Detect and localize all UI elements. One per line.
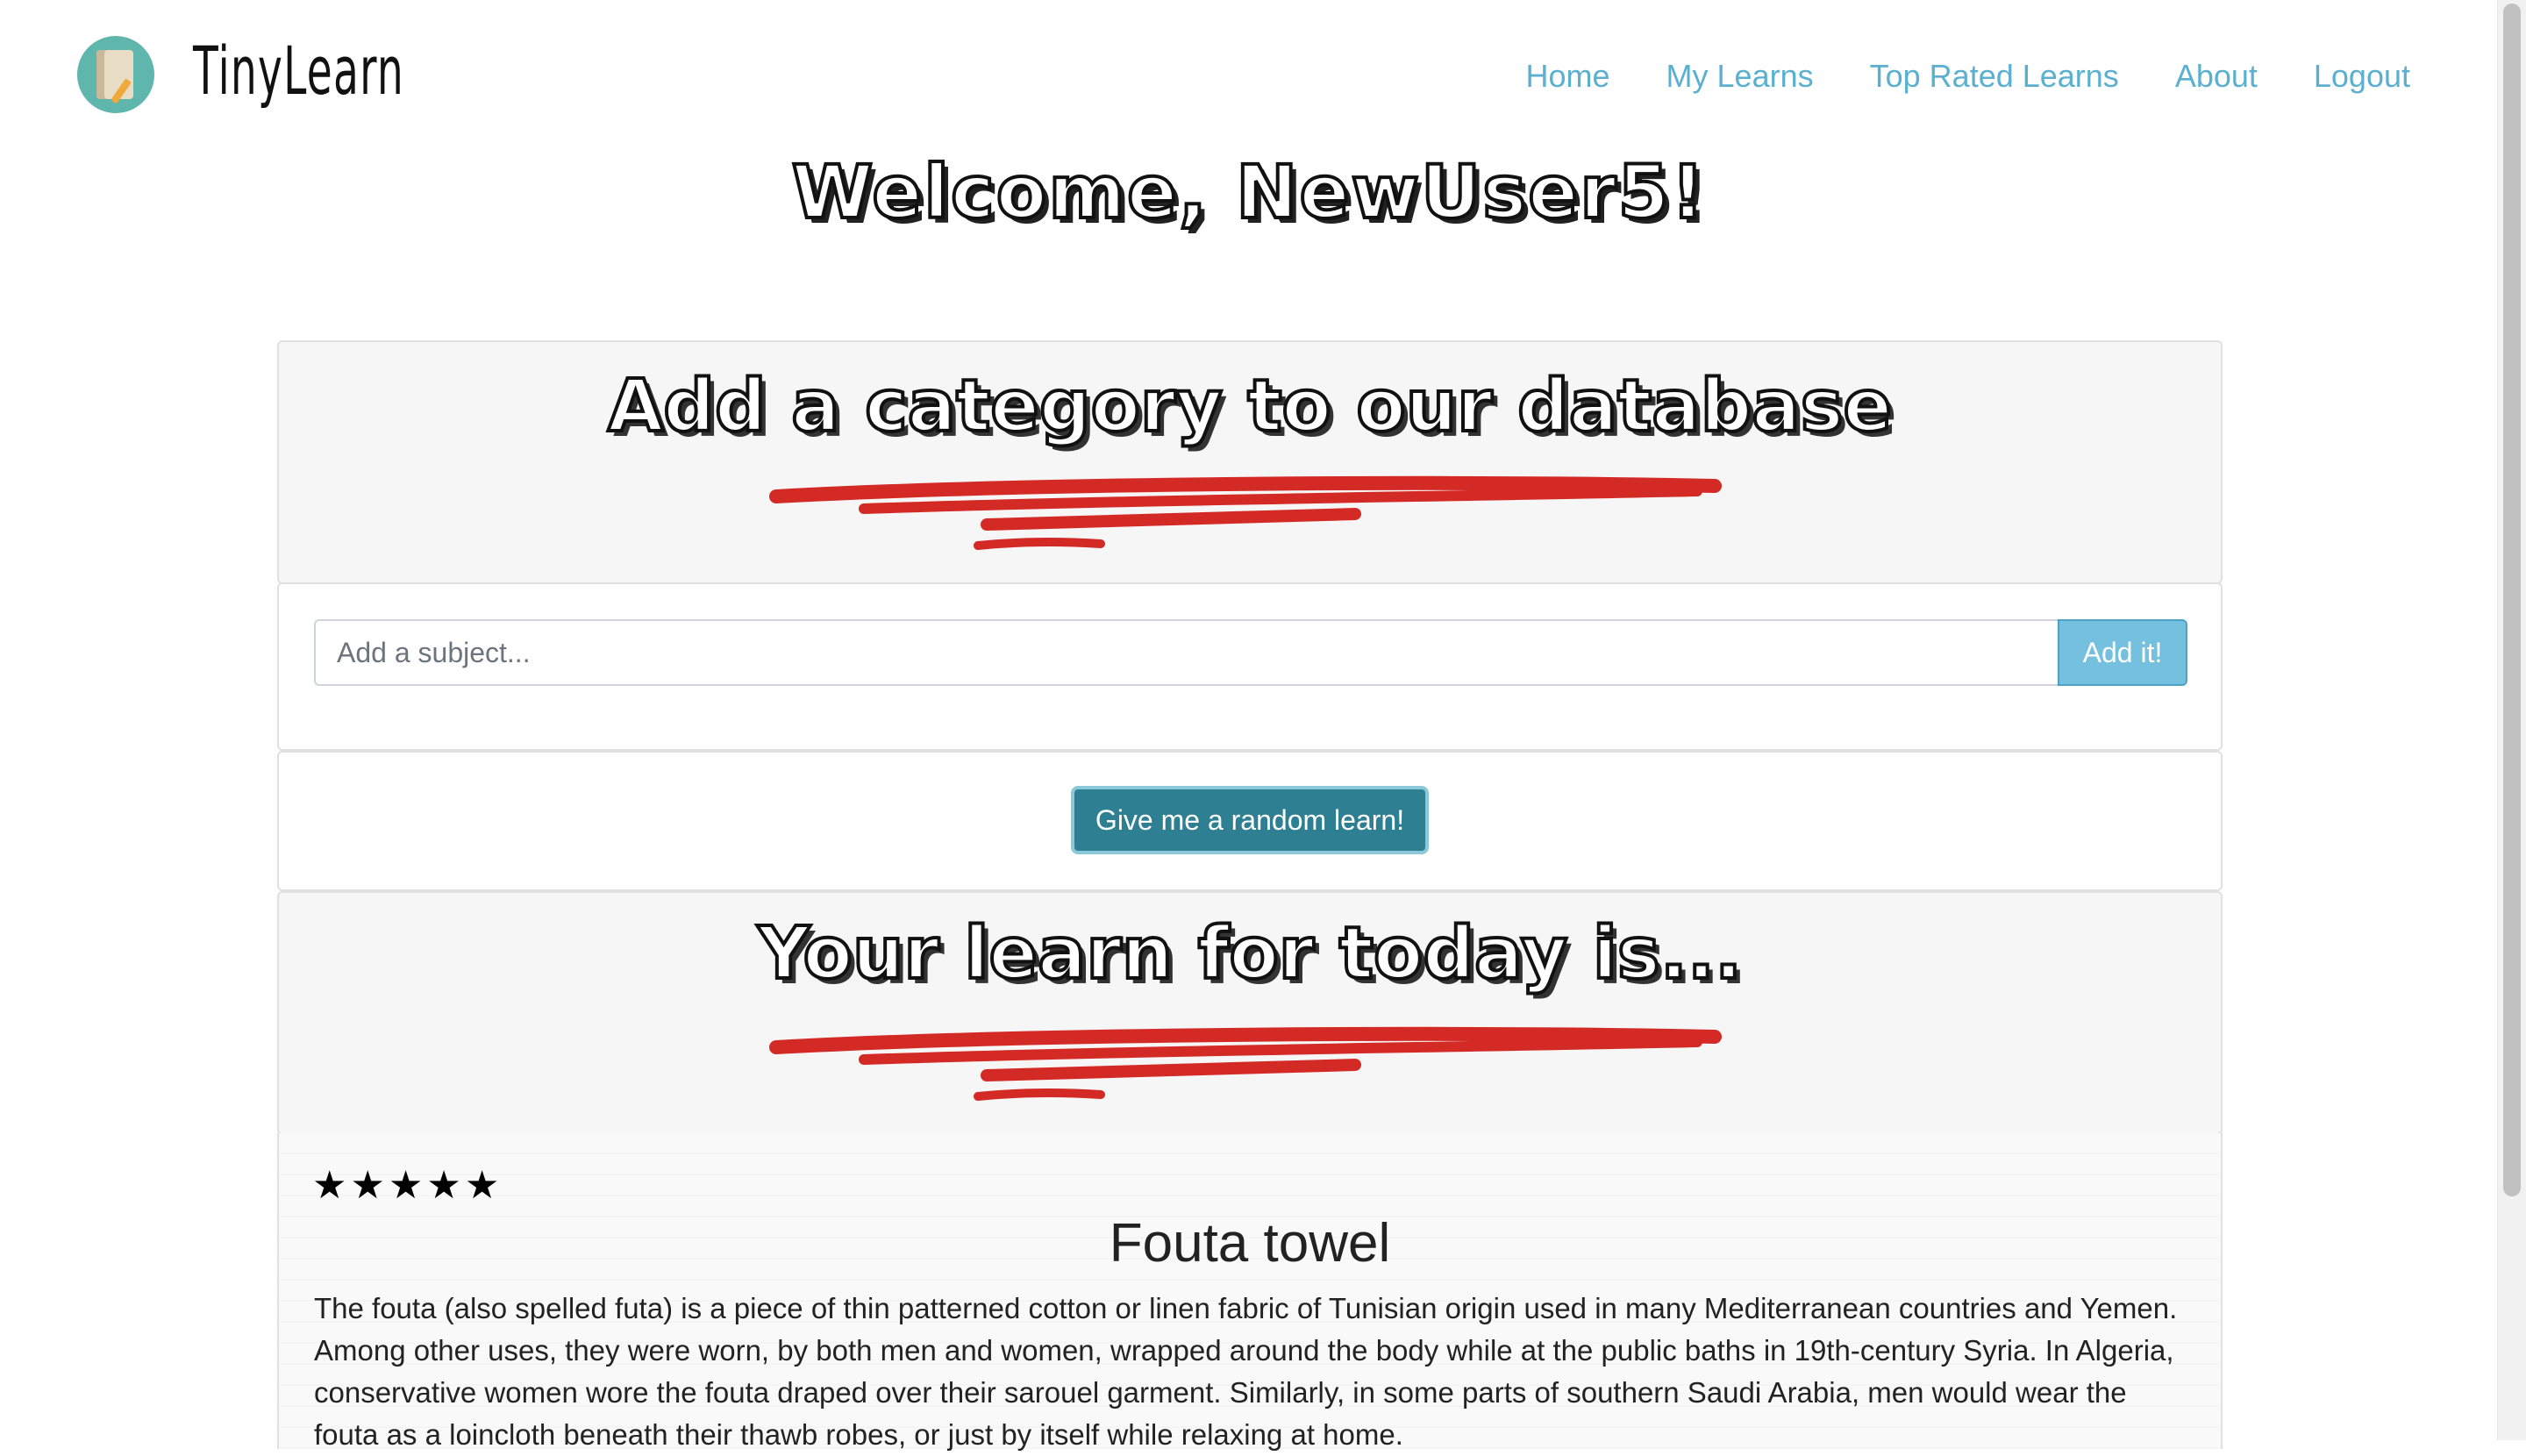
add-it-button[interactable]: Add it! <box>2058 619 2187 686</box>
nav-home[interactable]: Home <box>1526 58 1610 95</box>
star-icon[interactable]: ★ <box>389 1167 423 1205</box>
logo-icon[interactable] <box>77 36 154 113</box>
learn-card: ★ ★ ★ ★ ★ Fouta towel The fouta (also sp… <box>277 1133 2223 1451</box>
page-scrollbar[interactable] <box>2497 0 2526 1440</box>
today-header: Your learn for today is... <box>277 891 2223 1135</box>
random-learn-card: Give me a random learn! <box>277 751 2223 891</box>
scrollbar-thumb[interactable] <box>2503 4 2521 1196</box>
star-icon[interactable]: ★ <box>465 1167 499 1205</box>
star-rating[interactable]: ★ ★ ★ ★ ★ <box>312 1167 499 1205</box>
add-category-header: Add a category to our database <box>277 340 2223 584</box>
learn-description: The fouta (also spelled futa) is a piece… <box>314 1292 2178 1451</box>
add-subject-row: Add it! <box>314 619 2187 686</box>
add-subject-input[interactable] <box>314 619 2058 686</box>
learn-title: Fouta towel <box>1109 1213 1391 1274</box>
add-category-form: Add it! <box>277 582 2223 751</box>
star-icon[interactable]: ★ <box>426 1167 460 1205</box>
nav-links: Home My Learns Top Rated Learns About Lo… <box>1526 58 2410 95</box>
welcome-heading: Welcome, NewUser5! <box>790 147 1707 237</box>
notebook-icon <box>96 50 133 99</box>
add-category-title: Add a category to our database <box>606 363 1894 450</box>
random-learn-button[interactable]: Give me a random learn! <box>1071 786 1429 854</box>
nav-about[interactable]: About <box>2175 58 2258 95</box>
navbar: TinyLearn Home My Learns Top Rated Learn… <box>0 0 2498 149</box>
nav-logout[interactable]: Logout <box>2314 58 2410 95</box>
today-title: Your learn for today is... <box>756 910 1744 997</box>
star-icon[interactable]: ★ <box>312 1167 346 1205</box>
brush-underline <box>769 475 1722 550</box>
nav-top-rated-learns[interactable]: Top Rated Learns <box>1870 58 2119 95</box>
nav-my-learns[interactable]: My Learns <box>1666 58 1814 95</box>
star-icon[interactable]: ★ <box>350 1167 384 1205</box>
brand-name[interactable]: TinyLearn <box>193 32 404 110</box>
brush-underline <box>769 1026 1722 1101</box>
